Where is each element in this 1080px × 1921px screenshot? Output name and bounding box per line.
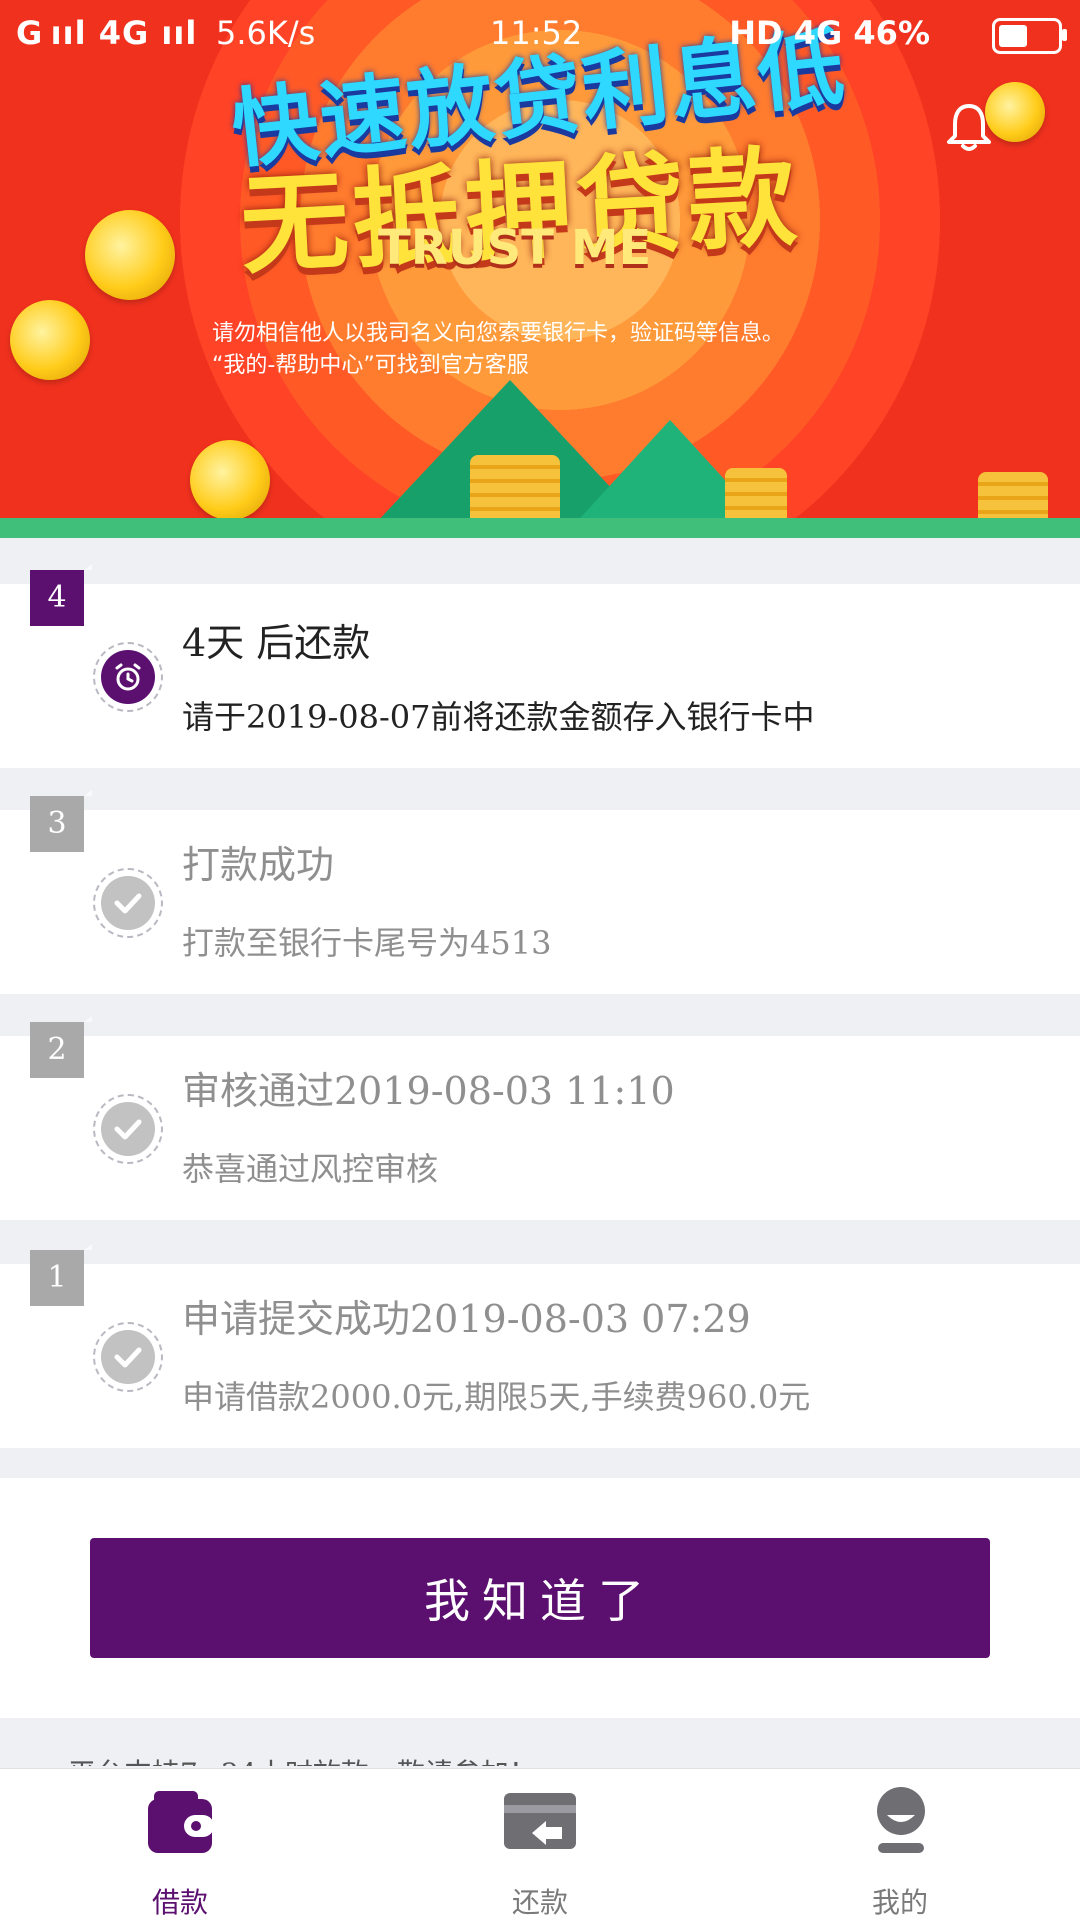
check-icon <box>114 1119 142 1140</box>
clock: 11:52 <box>490 14 583 52</box>
step-title: 打款成功 <box>182 843 335 887</box>
step-title: 4天 后还款 <box>182 621 371 665</box>
status-indicators: HD 4G 46% <box>729 14 930 52</box>
nav-item-mine[interactable]: 我的 <box>800 1781 1000 1919</box>
step-description: 恭喜通过风控审核 <box>182 1150 439 1188</box>
battery-icon <box>992 18 1067 54</box>
footnote-text: 平台支持7×24小时放款，敬请参加！ <box>68 1752 537 1766</box>
user-icon <box>877 1787 925 1853</box>
nav-label: 借款 <box>151 1886 208 1919</box>
nav-item-borrow[interactable]: 借款 <box>80 1781 280 1919</box>
nav-item-repay[interactable]: 还款 <box>440 1781 640 1919</box>
step-status-indicator <box>93 1322 163 1392</box>
step-number: 3 <box>30 790 92 852</box>
bell-icon[interactable] <box>945 102 993 154</box>
step-card: 1 申请提交成功2019-08-03 07:29 申请借款2000.0元,期限5… <box>0 1244 1080 1448</box>
check-icon <box>114 893 142 914</box>
step-description: 请于2019-08-07前将还款金额存入银行卡中 <box>182 698 815 736</box>
step-card: 2 审核通过2019-08-03 11:10 恭喜通过风控审核 <box>0 1016 1080 1220</box>
wallet-icon <box>148 1791 214 1853</box>
step-description: 申请借款2000.0元,期限5天,手续费960.0元 <box>182 1378 811 1416</box>
network-speed: 5.6K/s <box>216 14 316 52</box>
nav-label: 还款 <box>511 1886 568 1919</box>
step-card: 3 打款成功 打款至银行卡尾号为4513 <box>0 790 1080 994</box>
ground-decoration <box>0 518 1080 538</box>
status-bar: G ııl 4G ııl 5.6K/s 11:52 HD 4G 46% <box>0 0 1080 70</box>
step-status-indicator <box>93 1094 163 1164</box>
step-description: 打款至银行卡尾号为4513 <box>182 924 552 962</box>
signal-indicator: G ııl 4G ııl <box>16 14 198 52</box>
step-number: 4 <box>30 564 92 626</box>
step-title: 审核通过2019-08-03 11:10 <box>182 1069 675 1113</box>
banner-notice-line-2: “我的-帮助中心”可找到官方客服 <box>212 353 529 378</box>
step-card: 4 4天 后还款 请于2019-08-07前将还款金额存入银行卡中 <box>0 564 1080 768</box>
check-icon <box>114 1347 142 1368</box>
alarm-clock-icon <box>115 663 141 691</box>
bottom-nav: 借款 还款 我的 <box>0 1768 1080 1921</box>
step-status-indicator <box>93 642 163 712</box>
gold-coin-decoration <box>10 300 90 380</box>
banner-tagline: TRUST ME <box>378 220 652 276</box>
confirm-section: 我知道了 <box>0 1478 1080 1718</box>
gold-coin-decoration <box>985 82 1045 142</box>
banner-notice: 请勿相信他人以我司名义向您索要银行卡，验证码等信息。 “我的-帮助中心”可找到官… <box>212 318 784 382</box>
gold-coin-decoration <box>85 210 175 300</box>
promo-banner[interactable]: 快速放贷利息低 无抵押贷款 TRUST ME 请勿相信他人以我司名义向您索要银行… <box>0 0 1080 538</box>
gold-coin-decoration <box>190 440 270 520</box>
banner-notice-line-1: 请勿相信他人以我司名义向您索要银行卡，验证码等信息。 <box>212 321 785 346</box>
step-status-indicator <box>93 868 163 938</box>
confirm-button[interactable]: 我知道了 <box>90 1538 990 1658</box>
step-title: 申请提交成功2019-08-03 07:29 <box>182 1297 751 1341</box>
step-number: 1 <box>30 1244 92 1306</box>
nav-label: 我的 <box>871 1886 928 1919</box>
step-number: 2 <box>30 1016 92 1078</box>
card-return-icon <box>504 1793 576 1849</box>
